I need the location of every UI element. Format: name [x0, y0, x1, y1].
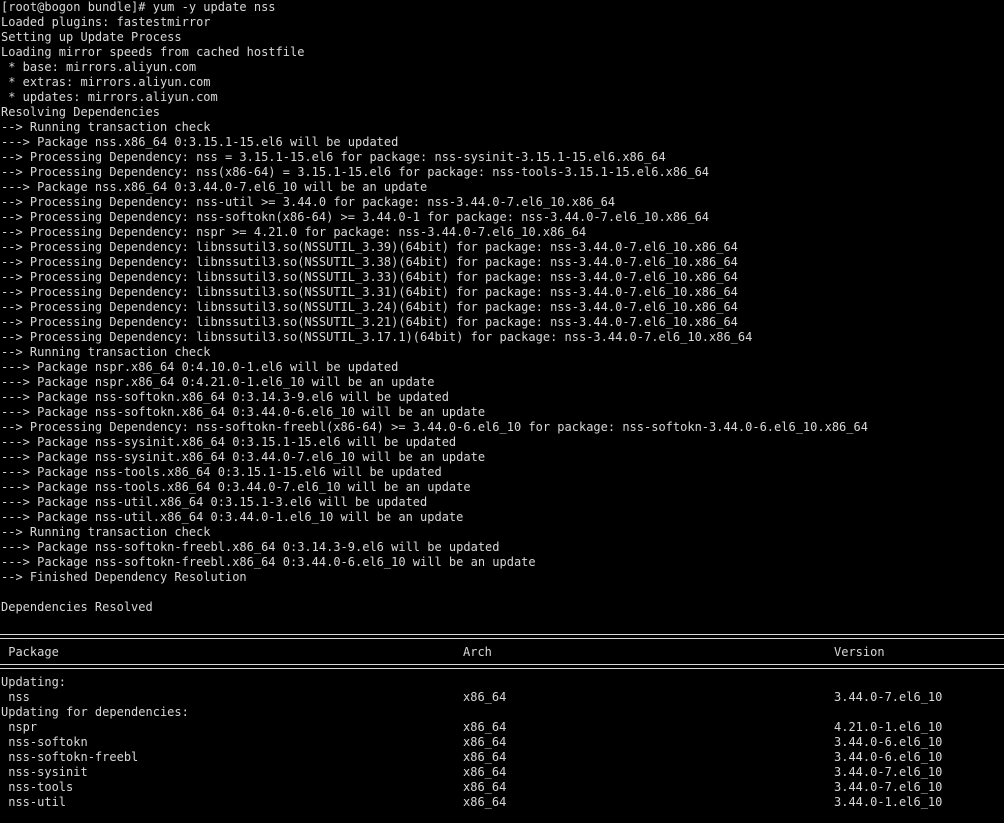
table-row: nss x86_64 3.44.0-7.el6_10 — [0, 690, 1004, 705]
terminal-output: [root@bogon bundle]# yum -y update nss Lo… — [0, 0, 1004, 630]
table-separator-top — [0, 630, 1004, 645]
terminal-line: --> Processing Dependency: libnssutil3.s… — [1, 285, 738, 299]
terminal-line: --> Processing Dependency: libnssutil3.s… — [1, 240, 738, 254]
terminal-line: ---> Package nss-sysinit.x86_64 0:3.44.0… — [1, 450, 486, 464]
terminal-line: --> Processing Dependency: libnssutil3.s… — [1, 315, 738, 329]
header-version: Version — [834, 645, 885, 659]
version-cell: 3.44.0-7.el6_10 — [834, 780, 943, 794]
table-section-label: Updating for dependencies: — [1, 705, 189, 719]
terminal-line: --> Processing Dependency: nss(x86-64) =… — [1, 165, 710, 179]
terminal-line: * base: mirrors.aliyun.com — [1, 60, 197, 74]
version-cell: 3.44.0-1.el6_10 — [834, 795, 943, 809]
terminal-line: --> Processing Dependency: nss-softokn(x… — [1, 210, 710, 224]
table-separator-header — [0, 660, 1004, 675]
arch-cell: x86_64 — [463, 765, 507, 779]
terminal-line: ---> Package nspr.x86_64 0:4.21.0-1.el6_… — [1, 375, 435, 389]
arch-cell: x86_64 — [463, 720, 507, 734]
version-cell: 3.44.0-6.el6_10 — [834, 735, 943, 749]
terminal-line: --> Processing Dependency: nspr >= 4.21.… — [1, 225, 587, 239]
table-row: nss-util x86_64 3.44.0-1.el6_10 — [0, 795, 1004, 810]
terminal-line: ---> Package nss-sysinit.x86_64 0:3.15.1… — [1, 435, 457, 449]
table-row: nss-tools x86_64 3.44.0-7.el6_10 — [0, 780, 1004, 795]
table-section-label: Updating: — [1, 675, 67, 689]
header-package: Package — [1, 645, 59, 659]
terminal-line: ---> Package nss-softokn-freebl.x86_64 0… — [1, 540, 500, 554]
terminal-line: --> Processing Dependency: nss = 3.15.1-… — [1, 150, 666, 164]
header-arch: Arch — [463, 645, 492, 659]
table-header: Package Arch Version — [0, 645, 1004, 660]
package-name-cell: nss-softokn — [1, 735, 88, 749]
terminal-line: * updates: mirrors.aliyun.com — [1, 90, 218, 104]
terminal-line: Loaded plugins: fastestmirror — [1, 15, 211, 29]
terminal-line: ---> Package nss-util.x86_64 0:3.44.0-1.… — [1, 510, 464, 524]
table-row: nss-sysinit x86_64 3.44.0-7.el6_10 — [0, 765, 1004, 780]
table-row: nspr x86_64 4.21.0-1.el6_10 — [0, 720, 1004, 735]
terminal-line: ---> Package nss-softokn.x86_64 0:3.14.3… — [1, 390, 449, 404]
terminal-line: --> Running transaction check — [1, 120, 211, 134]
package-name-cell: nss-sysinit — [1, 765, 88, 779]
version-cell: 4.21.0-1.el6_10 — [834, 720, 943, 734]
terminal-line: Setting up Update Process — [1, 30, 182, 44]
terminal-line: ---> Package nss-tools.x86_64 0:3.15.1-1… — [1, 465, 442, 479]
package-name-cell: nss — [1, 690, 30, 704]
terminal-line: --> Running transaction check — [1, 525, 211, 539]
terminal-line: --> Processing Dependency: nss-util >= 3… — [1, 195, 616, 209]
terminal-line: Resolving Dependencies — [1, 105, 160, 119]
terminal-line: [root@bogon bundle]# yum -y update nss — [1, 0, 276, 14]
terminal-line: --> Running transaction check — [1, 345, 211, 359]
table-row: nss-softokn x86_64 3.44.0-6.el6_10 — [0, 735, 1004, 750]
table-row: nss-softokn-freebl x86_64 3.44.0-6.el6_10 — [0, 750, 1004, 765]
terminal-line: Dependencies Resolved — [1, 600, 153, 614]
terminal-line: --> Finished Dependency Resolution — [1, 570, 247, 584]
package-name-cell: nss-tools — [1, 780, 74, 794]
terminal-window[interactable]: [root@bogon bundle]# yum -y update nss Lo… — [0, 0, 1004, 823]
terminal-line: --> Processing Dependency: libnssutil3.s… — [1, 255, 738, 269]
package-table: Updating: nss x86_64 3.44.0-7.el6_10 Updati… — [0, 675, 1004, 810]
terminal-line: --> Processing Dependency: libnssutil3.s… — [1, 300, 738, 314]
arch-cell: x86_64 — [463, 735, 507, 749]
terminal-line: ---> Package nss-softokn-freebl.x86_64 0… — [1, 555, 536, 569]
terminal-line: ---> Package nspr.x86_64 0:4.10.0-1.el6 … — [1, 360, 399, 374]
terminal-line: ---> Package nss-util.x86_64 0:3.15.1-3.… — [1, 495, 428, 509]
package-name-cell: nss-util — [1, 795, 67, 809]
terminal-line: --> Processing Dependency: libnssutil3.s… — [1, 270, 738, 284]
terminal-line: --> Processing Dependency: libnssutil3.s… — [1, 330, 753, 344]
terminal-line: ---> Package nss.x86_64 0:3.15.1-15.el6 … — [1, 135, 399, 149]
terminal-line: --> Processing Dependency: nss-softokn-f… — [1, 420, 868, 434]
terminal-line: Loading mirror speeds from cached hostfi… — [1, 45, 305, 59]
terminal-line: ---> Package nss.x86_64 0:3.44.0-7.el6_1… — [1, 180, 428, 194]
terminal-line: ---> Package nss-tools.x86_64 0:3.44.0-7… — [1, 480, 471, 494]
terminal-line: ---> Package nss-softokn.x86_64 0:3.44.0… — [1, 405, 486, 419]
terminal-line: * extras: mirrors.aliyun.com — [1, 75, 211, 89]
arch-cell: x86_64 — [463, 795, 507, 809]
arch-cell: x86_64 — [463, 780, 507, 794]
package-name-cell: nspr — [1, 720, 38, 734]
package-name-cell: nss-softokn-freebl — [1, 750, 139, 764]
arch-cell: x86_64 — [463, 690, 507, 704]
arch-cell: x86_64 — [463, 750, 507, 764]
version-cell: 3.44.0-7.el6_10 — [834, 690, 943, 704]
version-cell: 3.44.0-6.el6_10 — [834, 750, 943, 764]
version-cell: 3.44.0-7.el6_10 — [834, 765, 943, 779]
